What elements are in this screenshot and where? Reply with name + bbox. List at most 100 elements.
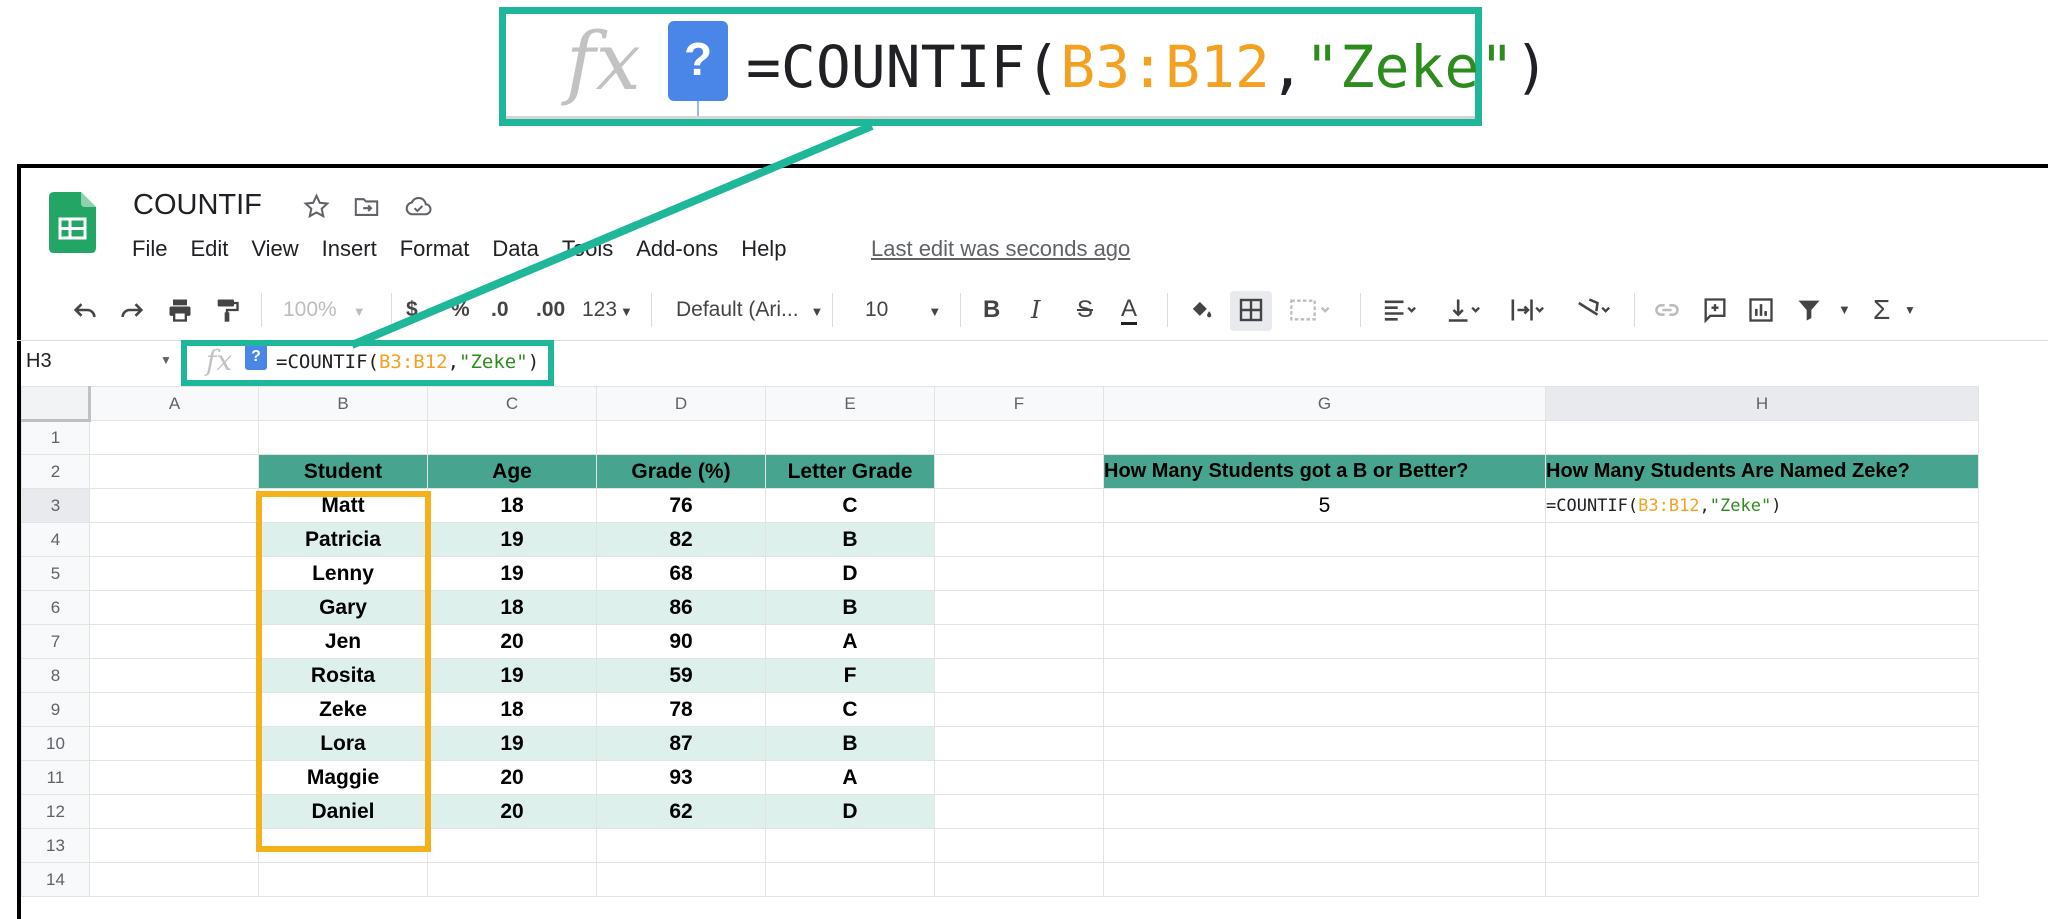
insert-chart-icon[interactable] (1746, 296, 1776, 324)
row-header-11[interactable]: 11 (21, 760, 90, 795)
cell[interactable] (427, 862, 597, 897)
font-family-select[interactable]: Default (Ari... ▼ (676, 296, 823, 326)
menu-help[interactable]: Help (741, 236, 786, 262)
cloud-saved-icon[interactable] (404, 193, 433, 220)
cell-g2-question[interactable]: How Many Students got a B or Better? (1103, 454, 1546, 489)
cell[interactable] (765, 828, 935, 863)
cell[interactable] (427, 828, 597, 863)
cell[interactable] (1545, 590, 1979, 625)
cell-age[interactable]: 19 (427, 658, 597, 693)
functions-button[interactable]: Σ (1873, 296, 1890, 324)
cell[interactable] (1103, 522, 1546, 557)
italic-button[interactable]: I (1031, 296, 1040, 324)
menu-data[interactable]: Data (492, 236, 538, 262)
functions-dropdown-icon[interactable]: ▼ (1904, 296, 1916, 324)
undo-icon[interactable] (70, 296, 100, 324)
borders-button[interactable] (1230, 291, 1272, 331)
cell-grade[interactable]: 86 (596, 590, 766, 625)
cell[interactable] (1103, 420, 1546, 455)
cell-grade[interactable]: 82 (596, 522, 766, 557)
cell[interactable] (258, 420, 428, 455)
cell[interactable] (1545, 760, 1979, 795)
star-icon[interactable] (303, 193, 330, 220)
cell-grade[interactable]: 76 (596, 488, 766, 523)
cell[interactable] (934, 590, 1104, 625)
row-header-7[interactable]: 7 (21, 624, 90, 659)
filter-icon[interactable] (1794, 296, 1824, 324)
cell[interactable] (596, 862, 766, 897)
row-header-13[interactable]: 13 (21, 828, 90, 863)
menu-addons[interactable]: Add-ons (636, 236, 718, 262)
cell[interactable] (89, 658, 259, 693)
cell-age[interactable]: 18 (427, 488, 597, 523)
cell[interactable] (1545, 692, 1979, 727)
menu-file[interactable]: File (132, 236, 167, 262)
cell[interactable] (89, 624, 259, 659)
cell-letter-grade[interactable]: B (765, 522, 935, 557)
cell-age[interactable]: 19 (427, 556, 597, 591)
cell[interactable] (934, 420, 1104, 455)
currency-format-button[interactable]: $ (406, 296, 418, 324)
paint-format-icon[interactable] (212, 296, 242, 324)
cell-grade[interactable]: 78 (596, 692, 766, 727)
cell[interactable] (1103, 692, 1546, 727)
cell-age[interactable]: 20 (427, 794, 597, 829)
cell-age[interactable]: 20 (427, 760, 597, 795)
header-grade[interactable]: Grade (%) (596, 454, 766, 489)
cell[interactable] (89, 556, 259, 591)
cell-letter-grade[interactable]: A (765, 624, 935, 659)
cell-age[interactable]: 18 (427, 590, 597, 625)
row-header-12[interactable]: 12 (21, 794, 90, 829)
row-header-10[interactable]: 10 (21, 726, 90, 761)
cell-letter-grade[interactable]: F (765, 658, 935, 693)
horizontal-align-icon[interactable] (1378, 296, 1422, 324)
redo-icon[interactable] (117, 296, 147, 324)
cell[interactable] (1103, 760, 1546, 795)
text-color-button[interactable]: A (1121, 296, 1138, 325)
insert-link-icon[interactable] (1652, 296, 1682, 324)
cell[interactable] (934, 726, 1104, 761)
name-box-dropdown-icon[interactable]: ▼ (160, 353, 172, 367)
select-all-corner[interactable] (21, 386, 91, 422)
menu-format[interactable]: Format (400, 236, 470, 262)
cell-grade[interactable]: 90 (596, 624, 766, 659)
cell-age[interactable]: 20 (427, 624, 597, 659)
cell[interactable] (1103, 794, 1546, 829)
menu-tools[interactable]: Tools (562, 236, 613, 262)
cell[interactable] (1103, 624, 1546, 659)
cell-g3-result[interactable]: 5 (1103, 488, 1546, 523)
cell-letter-grade[interactable]: C (765, 692, 935, 727)
header-student[interactable]: Student (258, 454, 428, 489)
cell[interactable] (934, 828, 1104, 863)
column-header-b[interactable]: B (258, 386, 428, 421)
cell[interactable] (1545, 522, 1979, 557)
cell-grade[interactable]: 87 (596, 726, 766, 761)
cell[interactable] (596, 420, 766, 455)
column-header-d[interactable]: D (596, 386, 766, 421)
merge-cells-icon[interactable] (1285, 296, 1335, 324)
strikethrough-button[interactable]: S (1077, 296, 1093, 324)
cell-letter-grade[interactable]: B (765, 726, 935, 761)
row-header-8[interactable]: 8 (21, 658, 90, 693)
row-header-6[interactable]: 6 (21, 590, 90, 625)
row-header-14[interactable]: 14 (21, 862, 90, 897)
cell[interactable] (89, 692, 259, 727)
zoom-select[interactable]: 100% ▼ (283, 296, 366, 326)
cell-grade[interactable]: 93 (596, 760, 766, 795)
cell[interactable] (596, 828, 766, 863)
cell[interactable] (934, 760, 1104, 795)
cell[interactable] (1103, 658, 1546, 693)
cell-age[interactable]: 18 (427, 692, 597, 727)
percent-format-button[interactable]: % (451, 296, 470, 324)
cell[interactable] (765, 862, 935, 897)
cell[interactable] (934, 624, 1104, 659)
cell[interactable] (934, 454, 1104, 489)
cell[interactable] (934, 794, 1104, 829)
cell-age[interactable]: 19 (427, 726, 597, 761)
cell-grade[interactable]: 59 (596, 658, 766, 693)
cell[interactable] (258, 862, 428, 897)
active-cell-h3[interactable]: =COUNTIF(B3:B12,"Zeke") (1545, 488, 1979, 523)
row-header-5[interactable]: 5 (21, 556, 90, 591)
move-folder-icon[interactable] (353, 193, 380, 220)
cell[interactable] (934, 488, 1104, 523)
